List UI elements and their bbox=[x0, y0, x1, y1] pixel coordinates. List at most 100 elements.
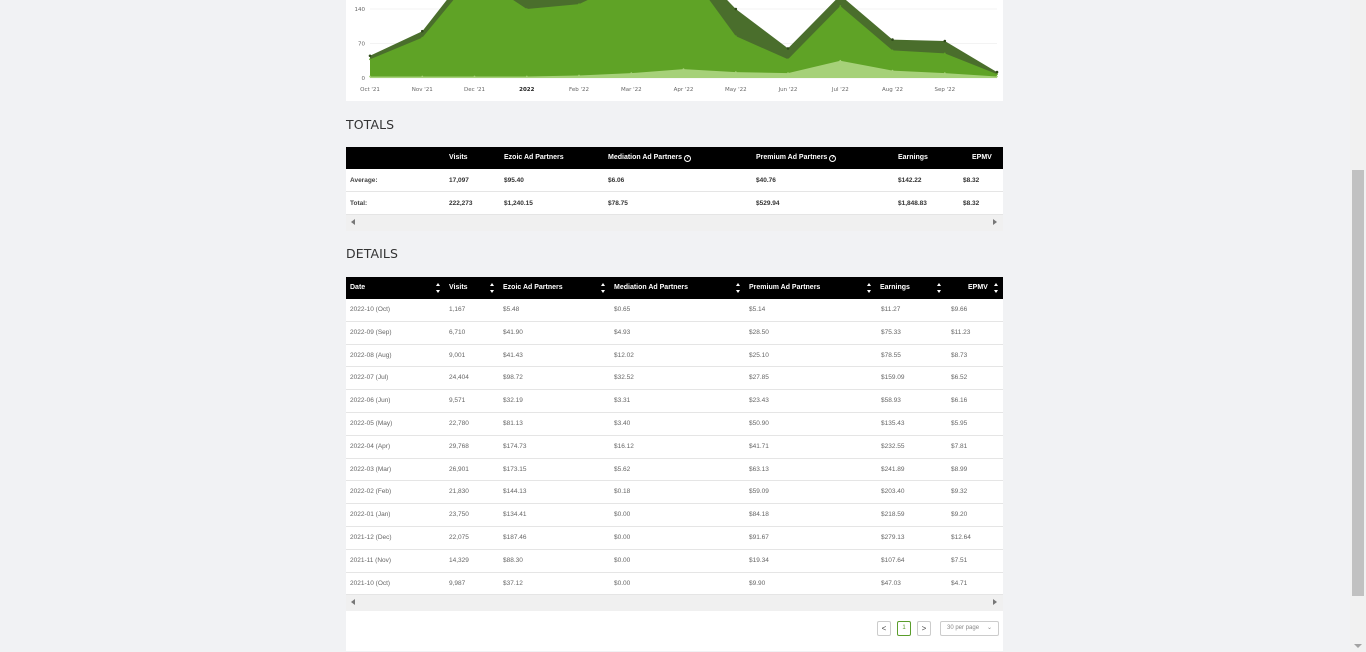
cell-premium: $9.90 bbox=[749, 579, 766, 587]
table-cell: 222,273 bbox=[449, 200, 473, 207]
table-row: 2022-01 (Jan) 23,750 $134.41 $0.00 $84.18 $21… bbox=[346, 504, 1003, 527]
data-point[interactable] bbox=[369, 58, 371, 61]
totals-table: Visits Ezoic Ad Partners Mediation Ad Pa… bbox=[346, 147, 1003, 231]
data-point[interactable] bbox=[891, 69, 894, 72]
cell-ezoic: $144.13 bbox=[503, 488, 527, 496]
x-tick-label: Nov '21 bbox=[412, 87, 433, 93]
data-point[interactable] bbox=[943, 52, 946, 55]
data-point[interactable] bbox=[525, 75, 528, 78]
cell-premium: $50.90 bbox=[749, 419, 769, 427]
sort-icon[interactable] bbox=[736, 283, 741, 293]
table-cell: $529.94 bbox=[756, 200, 780, 207]
data-point[interactable] bbox=[734, 35, 737, 37]
cell-epmv: $9.66 bbox=[951, 306, 968, 313]
cell-visits: 29,768 bbox=[449, 442, 469, 450]
cell-mediation: $12.02 bbox=[614, 351, 634, 359]
totals-header-premium: Premium Ad Partners ? bbox=[756, 147, 837, 169]
data-point[interactable] bbox=[996, 73, 998, 75]
details-header-earnings[interactable]: Earnings bbox=[876, 277, 910, 299]
cell-premium: $23.43 bbox=[749, 397, 769, 405]
data-point[interactable] bbox=[839, 59, 842, 62]
per-page-value: 30 per page bbox=[947, 625, 980, 632]
cell-premium: $27.85 bbox=[749, 374, 769, 382]
table-row: 2021-11 (Nov) 14,329 $88.30 $0.00 $19.34 $107… bbox=[346, 549, 1003, 573]
table-cell: $78.75 bbox=[608, 200, 628, 207]
scroll-down-arrow-icon[interactable] bbox=[1354, 644, 1362, 648]
data-point[interactable] bbox=[473, 75, 476, 78]
help-icon[interactable]: ? bbox=[684, 154, 692, 162]
next-page-button[interactable]: > bbox=[917, 621, 931, 637]
table-cell: $6.06 bbox=[608, 177, 625, 184]
sort-icon[interactable] bbox=[867, 283, 872, 293]
sort-icon[interactable] bbox=[436, 283, 441, 293]
y-tick-label: 140 bbox=[355, 7, 366, 13]
scroll-left-arrow-icon[interactable] bbox=[351, 599, 355, 606]
cell-earnings: $232.55 bbox=[881, 442, 905, 450]
data-point[interactable] bbox=[369, 75, 371, 78]
details-header-mediation[interactable]: Mediation Ad Partners bbox=[610, 277, 688, 299]
data-point[interactable] bbox=[630, 72, 633, 74]
cell-earnings: $75.33 bbox=[881, 328, 901, 336]
sort-icon[interactable] bbox=[601, 283, 606, 293]
cell-visits: 23,750 bbox=[449, 511, 469, 519]
data-point[interactable] bbox=[995, 70, 999, 74]
x-tick-label: Mar '22 bbox=[621, 87, 642, 93]
cell-visits: 22,780 bbox=[449, 419, 469, 427]
data-point[interactable] bbox=[943, 72, 946, 74]
table-row: 2021-12 (Dec) 22,075 $187.46 $0.00 $91.67 $27… bbox=[346, 526, 1003, 550]
totals-row-total: Total: 222,273 $1,240.15 $78.75 $529.94 … bbox=[346, 192, 1003, 215]
scrollbar-thumb[interactable] bbox=[1352, 170, 1364, 596]
sort-icon[interactable] bbox=[937, 283, 942, 293]
data-point[interactable] bbox=[734, 7, 738, 11]
data-point[interactable] bbox=[787, 72, 789, 74]
data-point[interactable] bbox=[891, 38, 894, 41]
scroll-right-arrow-icon[interactable] bbox=[993, 219, 997, 225]
page-vertical-scrollbar[interactable] bbox=[1350, 0, 1366, 652]
details-header-ezoic[interactable]: Ezoic Ad Partners bbox=[499, 277, 563, 299]
data-point[interactable] bbox=[578, 74, 580, 77]
totals-header-premium-label: Premium Ad Partners bbox=[756, 154, 828, 161]
cell-ezoic: $173.15 bbox=[503, 465, 527, 473]
cell-ezoic: $134.41 bbox=[503, 511, 527, 519]
cell-ezoic: $81.13 bbox=[503, 419, 523, 427]
scroll-left-arrow-icon[interactable] bbox=[351, 219, 355, 225]
data-point[interactable] bbox=[421, 29, 424, 33]
data-point[interactable] bbox=[787, 58, 789, 61]
table-row: 2022-07 (Jul) 24,404 $98.72 $32.52 $27.85 $15… bbox=[346, 367, 1003, 391]
cell-visits: 24,404 bbox=[449, 374, 469, 382]
table-cell: $142.22 bbox=[898, 177, 922, 184]
details-header-premium[interactable]: Premium Ad Partners bbox=[745, 277, 820, 299]
data-point[interactable] bbox=[786, 47, 790, 50]
page-1-button[interactable]: 1 bbox=[897, 621, 911, 637]
data-point[interactable] bbox=[578, 3, 580, 5]
data-point[interactable] bbox=[368, 54, 372, 58]
prev-page-button[interactable]: < bbox=[877, 621, 891, 637]
details-title: DETAILS bbox=[346, 246, 399, 261]
details-header-date[interactable]: Date bbox=[346, 277, 365, 299]
cell-earnings: $241.89 bbox=[881, 465, 905, 473]
data-point[interactable] bbox=[734, 71, 737, 73]
data-point[interactable] bbox=[839, 5, 842, 7]
table-cell: $1,848.83 bbox=[898, 200, 927, 207]
cell-premium: $63.13 bbox=[749, 465, 769, 473]
per-page-select[interactable]: 30 per page ⌄ bbox=[940, 621, 999, 637]
data-point[interactable] bbox=[943, 39, 947, 43]
details-header-epmv[interactable]: EPMV bbox=[964, 277, 988, 299]
details-horizontal-scrollbar[interactable] bbox=[346, 595, 1003, 612]
scroll-right-arrow-icon[interactable] bbox=[993, 599, 997, 606]
details-header-visits[interactable]: Visits bbox=[445, 277, 468, 299]
data-point[interactable] bbox=[525, 8, 528, 10]
data-point[interactable] bbox=[682, 68, 685, 70]
help-icon[interactable]: ? bbox=[829, 154, 837, 162]
sort-icon[interactable] bbox=[994, 283, 999, 293]
data-point[interactable] bbox=[421, 75, 424, 78]
cell-earnings: $218.59 bbox=[881, 511, 905, 519]
sort-icon[interactable] bbox=[490, 283, 495, 293]
data-point[interactable] bbox=[996, 75, 998, 78]
cell-mediation: $5.62 bbox=[614, 465, 631, 473]
cell-date: 2022-10 (Oct) bbox=[350, 306, 391, 313]
data-point[interactable] bbox=[891, 49, 894, 52]
totals-horizontal-scrollbar[interactable] bbox=[346, 215, 1003, 231]
data-point[interactable] bbox=[421, 36, 424, 39]
cell-visits: 9,001 bbox=[449, 351, 466, 359]
